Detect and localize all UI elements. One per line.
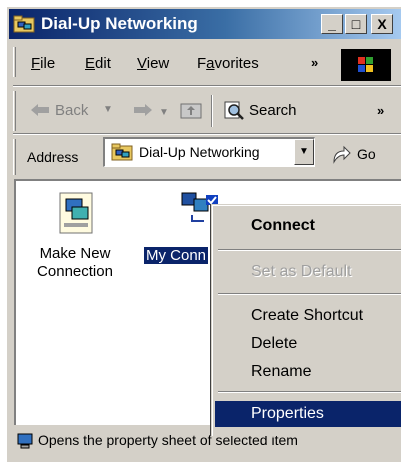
minimize-icon: _ [328, 16, 336, 32]
title-bar[interactable]: Dial-Up Networking _ □ X [9, 9, 401, 39]
toolbar-separator-line [13, 133, 401, 135]
make-new-line1: Make New [39, 245, 111, 262]
close-button[interactable]: X [371, 14, 393, 34]
menu-favorites-pre: F [197, 55, 207, 72]
properties-label: Properties [251, 405, 324, 422]
menubar-grip[interactable] [13, 47, 16, 77]
address-value: Dial-Up Networking [139, 144, 260, 160]
context-separator-3 [218, 391, 401, 393]
window-title: Dial-Up Networking [41, 14, 198, 33]
addressbar-grip[interactable] [13, 139, 16, 175]
back-dropdown-icon[interactable]: ▼ [103, 104, 113, 115]
menu-item-delete[interactable]: Delete [215, 331, 401, 357]
menu-item-set-default: Set as Default [215, 259, 401, 285]
menu-edit[interactable]: Edit [85, 55, 111, 72]
menu-view-rest: iew [146, 55, 170, 72]
minimize-button[interactable]: _ [321, 14, 343, 34]
maximize-button[interactable]: □ [345, 14, 367, 34]
close-icon: X [377, 16, 387, 32]
toolbar-grip[interactable] [13, 91, 16, 131]
menu-file-key: F [31, 55, 41, 72]
address-field[interactable]: Dial-Up Networking ▼ [103, 137, 315, 167]
menu-edit-rest: dit [95, 55, 111, 72]
search-label: Search [249, 102, 297, 119]
menu-item-connect[interactable]: Connect [215, 213, 401, 239]
back-label: Back [55, 102, 89, 119]
my-connection-label: My Conn [144, 247, 209, 264]
dialup-folder-icon [111, 143, 133, 161]
context-separator-1 [218, 249, 401, 251]
menu-favorites-rest: vorites [214, 55, 259, 72]
menu-item-create-shortcut[interactable]: Create Shortcut [215, 303, 401, 329]
delete-label: Delete [251, 335, 298, 352]
forward-dropdown-icon[interactable]: ▼ [159, 107, 169, 118]
menu-item-properties[interactable]: Properties [215, 401, 401, 427]
set-default-label: Set as Default [251, 263, 352, 280]
toolbar-separator [211, 95, 213, 127]
toolbar-overflow-chevron[interactable]: » [377, 103, 384, 118]
connect-label: Connect [251, 217, 315, 234]
menu-favorites-key: a [206, 55, 215, 72]
menu-view-key: V [137, 55, 147, 72]
menu-edit-key: E [85, 55, 96, 72]
create-shortcut-label: Create Shortcut [251, 307, 364, 324]
go-button[interactable]: Go [329, 141, 393, 169]
windows-logo [341, 49, 391, 81]
back-button[interactable]: Back ▼ [27, 98, 137, 124]
new-connection-icon [59, 192, 93, 234]
menubar-separator [13, 85, 401, 87]
forward-arrow-icon[interactable] [132, 102, 154, 118]
make-new-connection-item[interactable]: Make New Connection [30, 187, 120, 287]
menu-file[interactable]: File [31, 55, 55, 72]
back-arrow-icon [31, 104, 49, 116]
folder-network-icon [13, 15, 35, 33]
windows-flag-icon [358, 57, 373, 72]
address-dropdown-button[interactable]: ▼ [294, 139, 314, 165]
menu-favorites[interactable]: Favorites [197, 55, 259, 72]
search-icon [224, 101, 244, 120]
make-new-line2: Connection [37, 263, 113, 280]
computer-icon [17, 433, 33, 449]
chevron-down-icon: ▼ [299, 146, 309, 157]
make-new-connection-label: Make New Connection [30, 245, 120, 281]
context-separator-2 [218, 293, 401, 295]
address-label: Address [27, 149, 79, 165]
maximize-icon: □ [351, 16, 361, 32]
menu-item-rename[interactable]: Rename [215, 359, 401, 385]
up-folder-icon[interactable] [179, 99, 203, 121]
menu-file-rest: ile [40, 55, 56, 72]
search-button[interactable]: Search [221, 97, 329, 125]
go-label: Go [357, 146, 376, 162]
rename-label: Rename [251, 363, 312, 380]
go-arrow-icon [333, 145, 351, 164]
menu-overflow-chevron[interactable]: » [311, 55, 318, 70]
menu-view[interactable]: View [137, 55, 169, 72]
context-menu: Connect Set as Default Create Shortcut D… [211, 204, 401, 436]
